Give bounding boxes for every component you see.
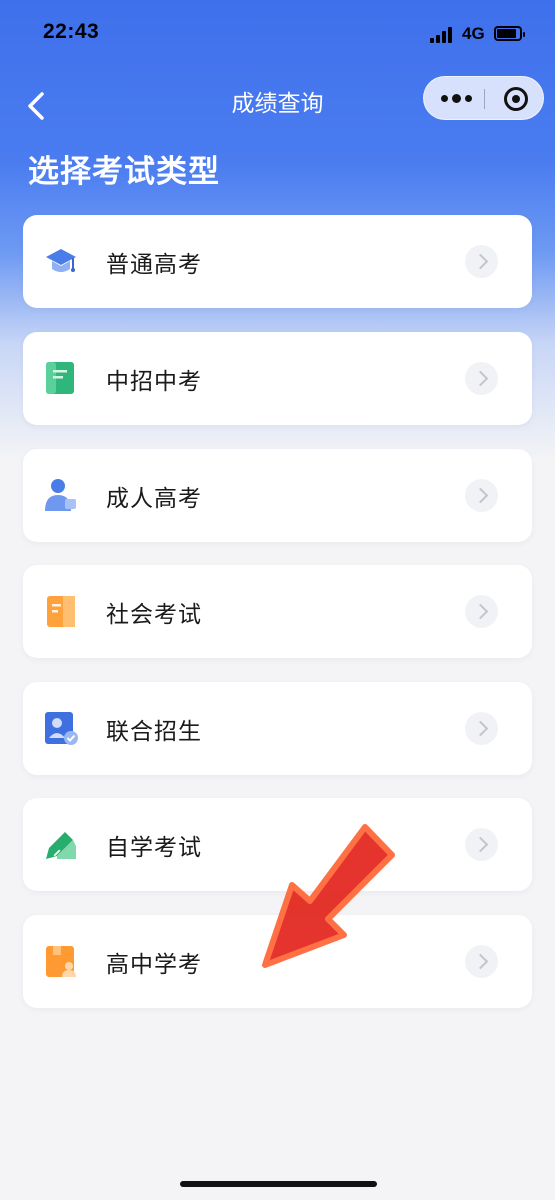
exam-type-label: 联合招生 <box>106 719 202 745</box>
blue-id-card-icon <box>45 712 78 745</box>
battery-icon <box>494 26 525 41</box>
chevron-right-icon <box>465 362 498 395</box>
exam-type-label: 普通高考 <box>106 252 202 278</box>
green-document-icon <box>46 362 74 394</box>
exam-type-label: 高中学考 <box>106 952 202 978</box>
orange-certificate-icon <box>47 596 75 627</box>
exam-type-card-1[interactable]: 普通高考 <box>23 215 532 308</box>
graduation-cap-icon <box>46 249 76 272</box>
exam-type-card-5[interactable]: 联合招生 <box>23 682 532 775</box>
capsule-divider <box>484 89 485 109</box>
chevron-right-icon <box>465 945 498 978</box>
cellular-signal-icon <box>430 27 456 43</box>
exam-type-label: 自学考试 <box>106 835 202 861</box>
exam-type-label: 中招中考 <box>106 369 202 395</box>
status-time: 22:43 <box>43 20 100 43</box>
exam-type-card-4[interactable]: 社会考试 <box>23 565 532 658</box>
home-indicator <box>180 1181 377 1187</box>
green-pen-icon <box>46 832 76 859</box>
annotation-arrow <box>262 824 395 968</box>
orange-student-book-icon <box>46 946 76 977</box>
exam-type-card-2[interactable]: 中招中考 <box>23 332 532 425</box>
page-title: 选择考试类型 <box>28 154 220 190</box>
chevron-right-icon <box>465 712 498 745</box>
exam-type-card-3[interactable]: 成人高考 <box>23 449 532 542</box>
exam-type-label: 成人高考 <box>106 486 202 512</box>
status-bar: 22:43 4G <box>0 0 555 70</box>
more-dots-icon[interactable] <box>440 92 472 106</box>
miniprogram-capsule <box>423 76 544 120</box>
chevron-right-icon <box>465 595 498 628</box>
close-miniprogram-icon[interactable] <box>504 87 528 111</box>
adult-user-icon <box>45 479 76 511</box>
network-type: 4G <box>462 24 485 43</box>
exam-type-label: 社会考试 <box>106 602 202 628</box>
chevron-right-icon <box>465 245 498 278</box>
chevron-right-icon <box>465 828 498 861</box>
chevron-right-icon <box>465 479 498 512</box>
